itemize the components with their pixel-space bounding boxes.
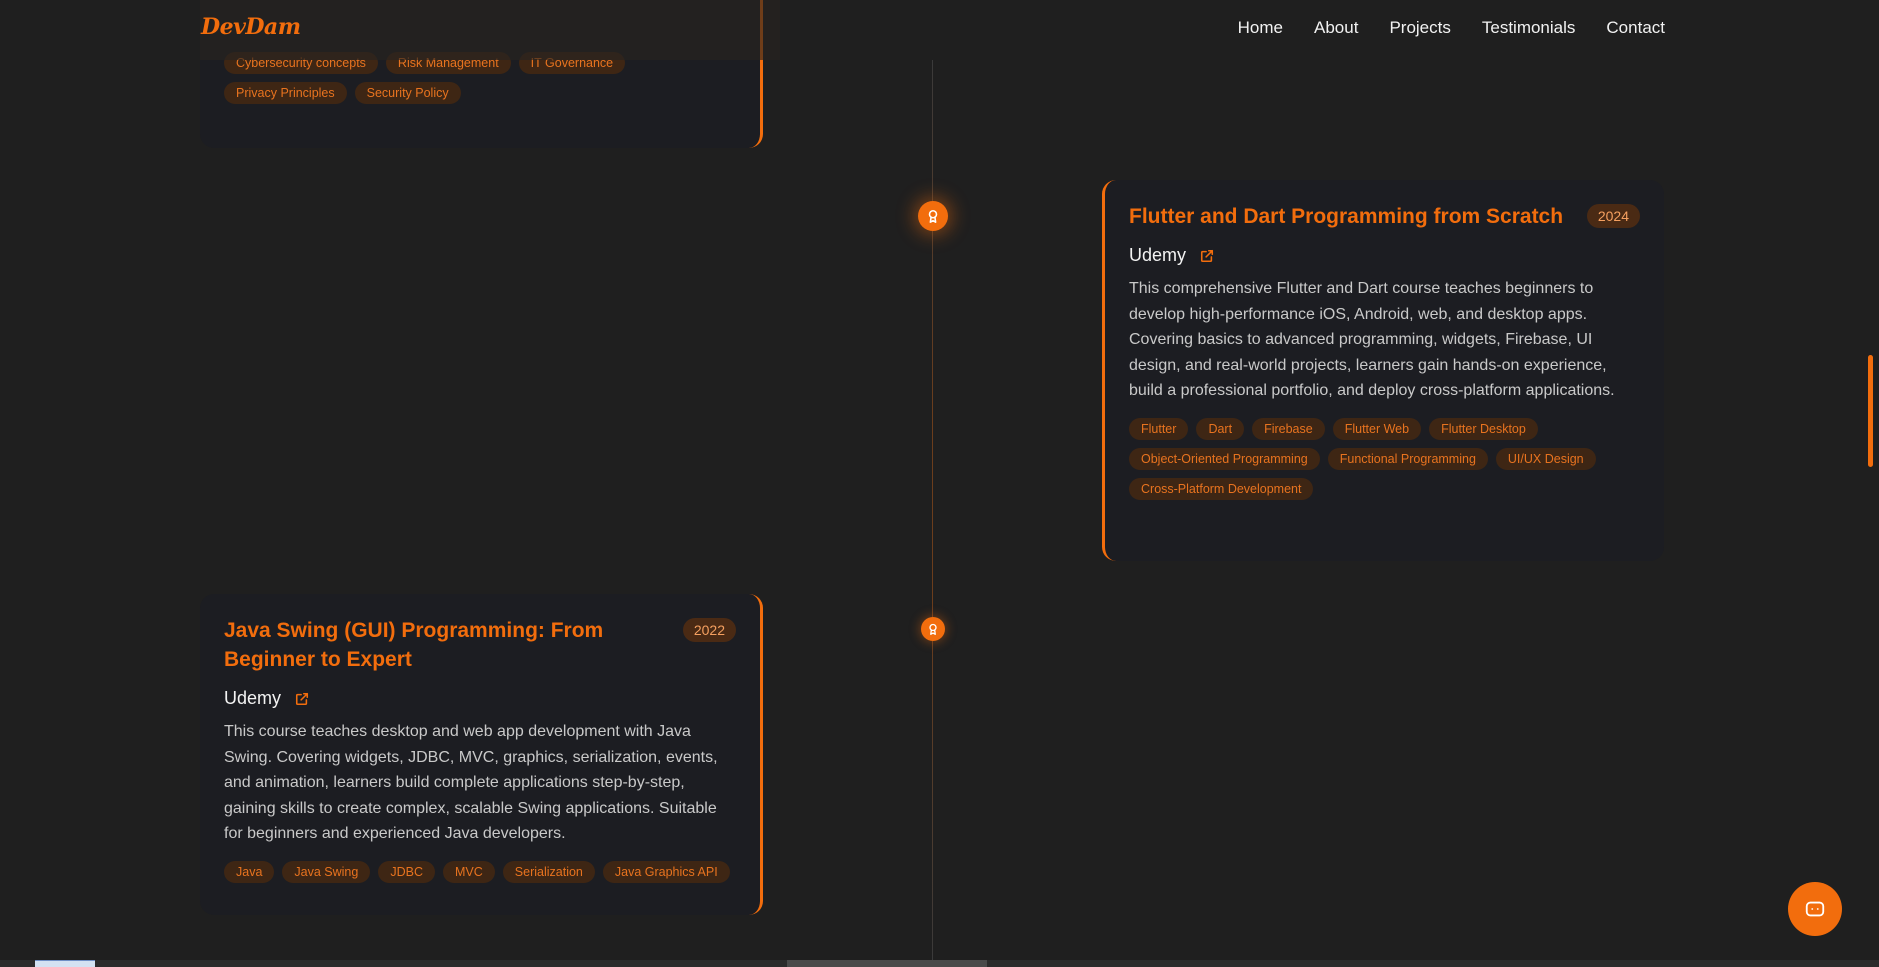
external-link-icon[interactable] [1200, 249, 1214, 263]
tag: Flutter Web [1332, 417, 1422, 440]
horizontal-scrollbar-thumb[interactable] [787, 960, 987, 967]
nav-contact[interactable]: Contact [1606, 18, 1665, 38]
chat-button[interactable] [1788, 882, 1842, 936]
year-badge: 2024 [1586, 204, 1640, 228]
external-link-icon[interactable] [295, 692, 309, 706]
card-title: Java Swing (GUI) Programming: From Begin… [224, 619, 604, 671]
timeline-line [932, 60, 933, 960]
award-icon [929, 623, 937, 635]
timeline-node [921, 617, 945, 641]
tag: Privacy Principles [224, 82, 347, 104]
nav-testimonials[interactable]: Testimonials [1482, 18, 1576, 38]
tag: Dart [1196, 417, 1245, 440]
tag: Java Swing [282, 860, 371, 883]
issuer-name: Udemy [1129, 245, 1187, 265]
tag-list: Java Java Swing JDBC MVC Serialization J… [224, 860, 736, 883]
nav-about[interactable]: About [1314, 18, 1358, 38]
tag: Flutter [1129, 417, 1189, 440]
nav-home[interactable]: Home [1238, 18, 1283, 38]
timeline-node [918, 201, 948, 231]
tag: Security Policy [354, 82, 461, 104]
main-nav: Home About Projects Testimonials Contact [1238, 18, 1665, 38]
vertical-scrollbar-thumb[interactable] [1868, 355, 1873, 467]
tag-list: Flutter Dart Firebase Flutter Web Flutte… [1129, 417, 1640, 500]
tag: JDBC [378, 860, 435, 883]
certificate-card-java: Java Swing (GUI) Programming: From Begin… [200, 594, 763, 915]
tag: UI/UX Design [1495, 447, 1596, 470]
tag: Firebase [1252, 417, 1325, 440]
logo[interactable]: DevDam [201, 14, 301, 40]
issuer: Udemy [1129, 245, 1640, 266]
tag: MVC [443, 860, 495, 883]
card-header: Java Swing (GUI) Programming: From Begin… [224, 616, 736, 674]
nav-projects[interactable]: Projects [1389, 18, 1450, 38]
card-header: Flutter and Dart Programming from Scratc… [1129, 202, 1640, 231]
navbar: DevDam Home About Projects Testimonials … [0, 0, 1879, 60]
issuer-name: Udemy [224, 688, 282, 708]
card-title: Flutter and Dart Programming from Scratc… [1129, 205, 1564, 228]
tag: Flutter Desktop [1429, 417, 1538, 440]
card-description: This comprehensive Flutter and Dart cour… [1129, 280, 1615, 400]
issuer: Udemy [224, 688, 736, 709]
tag: Java Graphics API [602, 860, 730, 883]
card-description: This course teaches desktop and web app … [224, 723, 718, 843]
tag: Serialization [502, 860, 595, 883]
tag: Java [224, 860, 275, 883]
taskbar-thumbnail [35, 960, 95, 967]
year-badge: 2022 [682, 618, 736, 642]
tag: Object-Oriented Programming [1129, 447, 1320, 470]
chat-bot-icon [1805, 901, 1825, 917]
award-icon [928, 209, 938, 223]
tag: Functional Programming [1327, 447, 1488, 470]
certificate-card-flutter: Flutter and Dart Programming from Scratc… [1102, 180, 1664, 561]
tag: Cross-Platform Development [1129, 477, 1314, 500]
